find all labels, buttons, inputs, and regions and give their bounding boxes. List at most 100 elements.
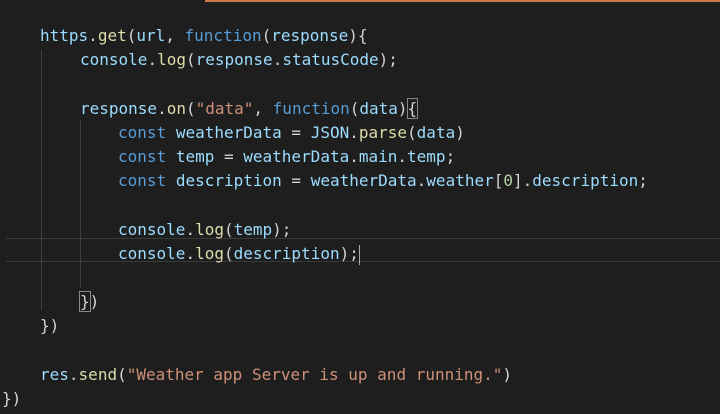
code-token: console [118, 220, 186, 239]
code-token: , [253, 99, 273, 118]
code-line[interactable]: const description = weatherData.weather[… [118, 169, 648, 193]
code-token: }) [40, 316, 60, 335]
code-token: log [195, 220, 224, 239]
code-token: JSON [310, 123, 350, 142]
code-token: description [233, 244, 340, 263]
code-token: . [185, 244, 196, 263]
code-token: temp [407, 147, 446, 166]
code-token: get [97, 26, 127, 45]
code-token: data [359, 99, 398, 118]
code-token: data [416, 123, 456, 142]
code-token: function [272, 99, 350, 118]
code-line[interactable]: console.log(temp); [118, 218, 291, 242]
code-token: [ [493, 171, 504, 190]
code-token: ){ [348, 26, 368, 45]
code-token: response [271, 26, 349, 45]
code-token: ( [407, 123, 417, 142]
code-token: weatherData [175, 123, 282, 142]
code-token: ( [185, 50, 196, 69]
code-line[interactable]: const temp = weatherData.main.temp; [118, 145, 455, 169]
code-token: temp [175, 147, 215, 166]
code-token: ( [223, 244, 234, 263]
code-token: "data" [195, 99, 254, 118]
code-token: ); [378, 50, 398, 69]
code-token: } [79, 291, 91, 312]
code-token: description [532, 171, 639, 190]
code-token: . [272, 50, 283, 69]
code-token: main [358, 147, 398, 166]
code-token: ) [397, 99, 408, 118]
code-token: log [157, 50, 186, 69]
code-line[interactable]: response.on("data", function(data){ [80, 97, 419, 121]
code-token: = [214, 147, 244, 166]
code-token: . [416, 171, 427, 190]
code-token: { [406, 98, 419, 119]
code-line[interactable]: console.log(response.statusCode); [80, 48, 398, 72]
code-token: ) [89, 292, 100, 311]
code-token: const [118, 147, 167, 166]
code-token: ( [349, 99, 360, 118]
code-token: https [40, 26, 89, 45]
code-token: 0 [503, 171, 514, 190]
code-token: response [80, 99, 158, 118]
code-token: ]. [513, 171, 533, 190]
code-token: . [349, 147, 359, 166]
code-token: send [78, 365, 118, 384]
code-line[interactable]: }) [2, 387, 21, 411]
code-token: weatherData [310, 171, 417, 190]
code-token: const [118, 171, 167, 190]
code-line[interactable]: }) [79, 290, 100, 314]
code-token: ( [126, 26, 137, 45]
code-token: parse [358, 123, 408, 142]
code-token: "Weather app Server is up and running." [126, 365, 503, 384]
code-token: weatherData [243, 147, 350, 166]
code-token: . [349, 123, 359, 142]
code-token: description [175, 171, 282, 190]
code-token: const [118, 123, 167, 142]
code-token: . [397, 147, 408, 166]
code-token: ) [455, 123, 465, 142]
code-token: on [166, 99, 186, 118]
code-token: ); [339, 244, 359, 263]
code-token: ( [223, 220, 234, 239]
code-editor[interactable]: https.get(url, function(response){consol… [0, 0, 720, 414]
code-token: url [136, 26, 166, 45]
code-token: function [184, 26, 262, 45]
code-token: console [118, 244, 186, 263]
code-token: response [195, 50, 273, 69]
code-token: . [185, 220, 196, 239]
code-token: res [40, 365, 69, 384]
code-line[interactable]: console.log(description); [118, 242, 360, 266]
code-token: ( [185, 99, 196, 118]
current-line-highlight [6, 238, 720, 262]
top-strip [205, 0, 720, 2]
code-token: ( [117, 365, 127, 384]
code-line[interactable]: const weatherData = JSON.parse(data) [118, 121, 465, 145]
code-token: ) [502, 365, 513, 384]
indent-guide [41, 50, 42, 310]
code-token: temp [233, 220, 273, 239]
code-token: ); [272, 220, 292, 239]
code-line[interactable]: }) [40, 314, 59, 338]
code-token: , [165, 26, 185, 45]
code-line[interactable]: res.send("Weather app Server is up and r… [40, 363, 512, 387]
code-token: ; [445, 147, 456, 166]
code-token: = [281, 171, 311, 190]
code-token: statusCode [282, 50, 379, 69]
code-token: ( [261, 26, 272, 45]
code-token: . [157, 99, 167, 118]
code-token: console [80, 50, 148, 69]
code-token: ; [638, 171, 648, 190]
code-token: = [281, 123, 311, 142]
code-token: . [88, 26, 98, 45]
code-token: }) [2, 389, 22, 408]
indent-guide [80, 120, 81, 288]
code-token: weather [426, 171, 494, 190]
text-cursor [358, 244, 360, 265]
code-token: . [68, 365, 79, 384]
code-token: log [195, 244, 224, 263]
code-line[interactable]: https.get(url, function(response){ [40, 24, 368, 48]
